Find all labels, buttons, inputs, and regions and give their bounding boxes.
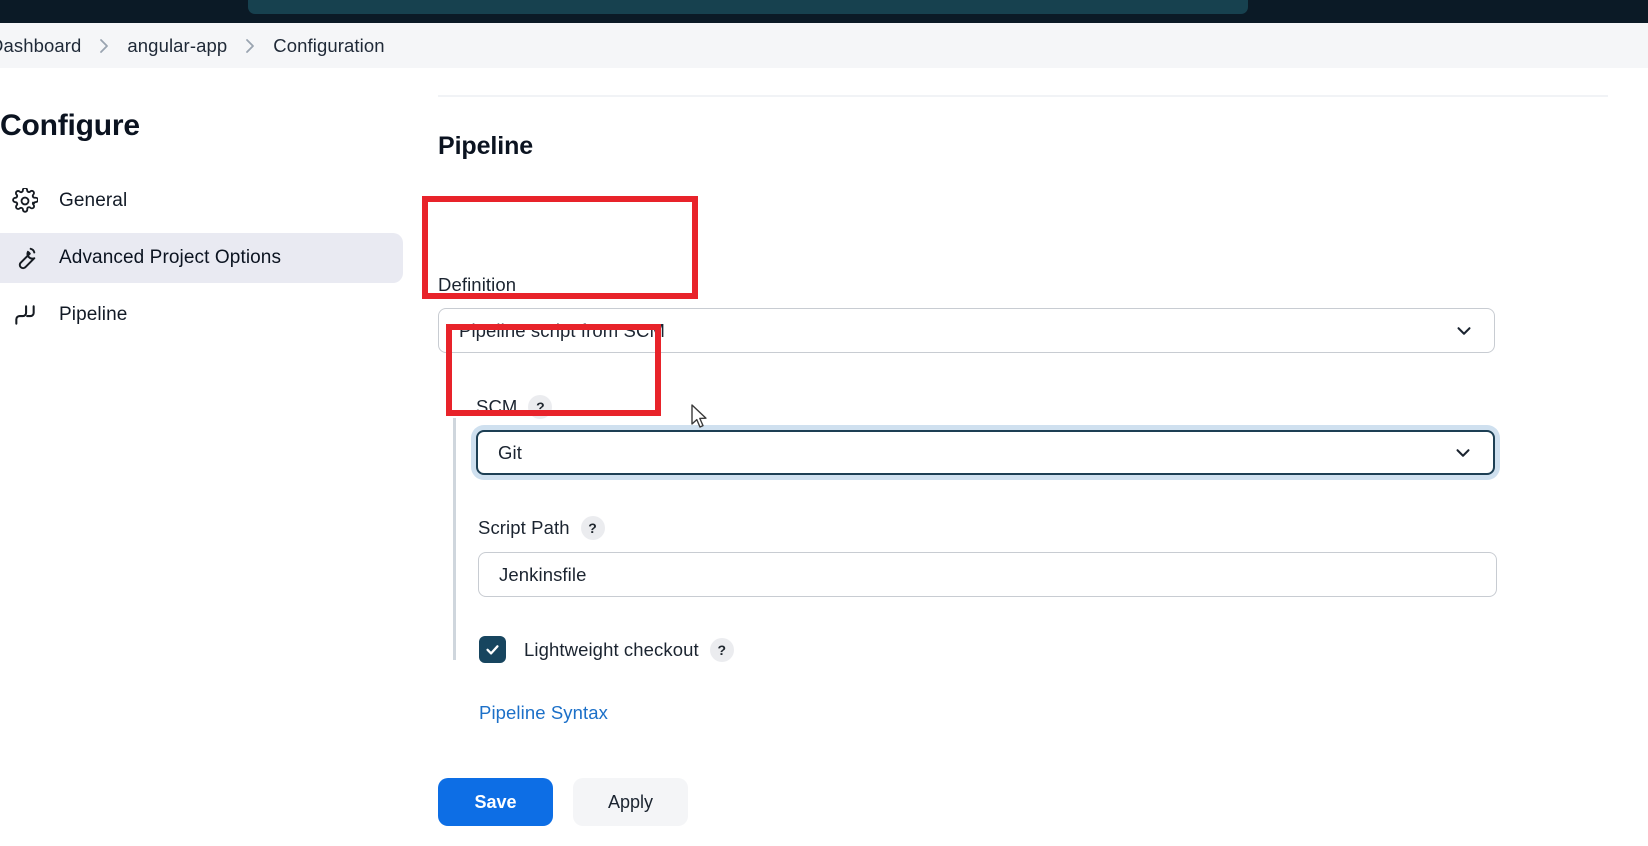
chevron-right-icon-2 xyxy=(229,36,271,56)
script-path-input[interactable]: Jenkinsfile xyxy=(478,552,1497,597)
script-path-field-group: Script Path ? xyxy=(478,516,605,540)
script-path-label-text: Script Path xyxy=(478,517,570,538)
sidebar-item-label-advanced-project-options: Advanced Project Options xyxy=(59,247,282,268)
script-path-label: Script Path ? xyxy=(478,516,605,540)
app-header-bar xyxy=(0,0,1648,23)
save-button[interactable]: Save xyxy=(438,778,553,826)
sidebar-item-pipeline[interactable]: Pipeline xyxy=(0,290,403,340)
breadcrumb-bar: Dashboard angular-app Configuration xyxy=(0,23,1648,68)
apply-button[interactable]: Apply xyxy=(573,778,688,826)
chevron-down-icon-scm xyxy=(1452,442,1474,464)
nested-group-guide-line xyxy=(453,418,456,660)
chevron-right-icon xyxy=(83,36,125,56)
jenkins-configure-page: Dashboard angular-app Configuration Conf… xyxy=(0,0,1648,846)
sidebar-item-label-pipeline: Pipeline xyxy=(59,304,128,325)
definition-field-group: Definition xyxy=(438,274,516,296)
page-title: Configure xyxy=(0,109,140,142)
scm-label: SCM ? xyxy=(476,395,553,419)
global-search-input[interactable] xyxy=(248,0,1248,14)
chevron-down-icon xyxy=(1453,320,1475,342)
sidebar-nav: General Advanced Project Options Pipelin… xyxy=(0,176,420,340)
sidebar-item-general[interactable]: General xyxy=(0,176,403,226)
scm-select-value: Git xyxy=(498,441,522,463)
breadcrumb: Dashboard angular-app Configuration xyxy=(0,35,387,57)
scm-field-group: SCM ? xyxy=(476,395,553,419)
breadcrumb-configuration[interactable]: Configuration xyxy=(271,35,386,57)
lightweight-checkout-help-icon[interactable]: ? xyxy=(709,637,734,662)
panel-divider xyxy=(438,95,1608,97)
scm-help-icon[interactable]: ? xyxy=(528,395,553,419)
section-title-pipeline: Pipeline xyxy=(438,132,534,160)
definition-select[interactable]: Pipeline script from SCM xyxy=(438,308,1495,353)
definition-label: Definition xyxy=(438,274,516,296)
wrench-icon xyxy=(8,243,42,273)
sidebar-item-advanced-project-options[interactable]: Advanced Project Options xyxy=(0,233,403,283)
pipeline-icon xyxy=(8,300,42,330)
lightweight-checkout-label: Lightweight checkout xyxy=(524,638,699,660)
sidebar-item-label-general: General xyxy=(59,190,128,211)
script-path-help-icon[interactable]: ? xyxy=(580,516,605,540)
pipeline-syntax-link[interactable]: Pipeline Syntax xyxy=(479,702,608,724)
gear-icon xyxy=(8,186,42,216)
pipeline-config-panel: Pipeline Definition Pipeline script from… xyxy=(438,68,1648,846)
lightweight-checkout-checkbox[interactable] xyxy=(479,636,506,663)
breadcrumb-dashboard[interactable]: Dashboard xyxy=(0,35,83,57)
lightweight-checkout-row: Lightweight checkout ? xyxy=(479,636,734,663)
definition-select-value: Pipeline script from SCM xyxy=(459,319,665,341)
breadcrumb-angular-app[interactable]: angular-app xyxy=(125,35,229,57)
scm-select[interactable]: Git xyxy=(476,430,1495,475)
configure-sidebar: Configure General Advanced Project Optio… xyxy=(0,68,420,846)
definition-label-text: Definition xyxy=(438,274,517,295)
scm-label-text: SCM xyxy=(476,396,518,417)
